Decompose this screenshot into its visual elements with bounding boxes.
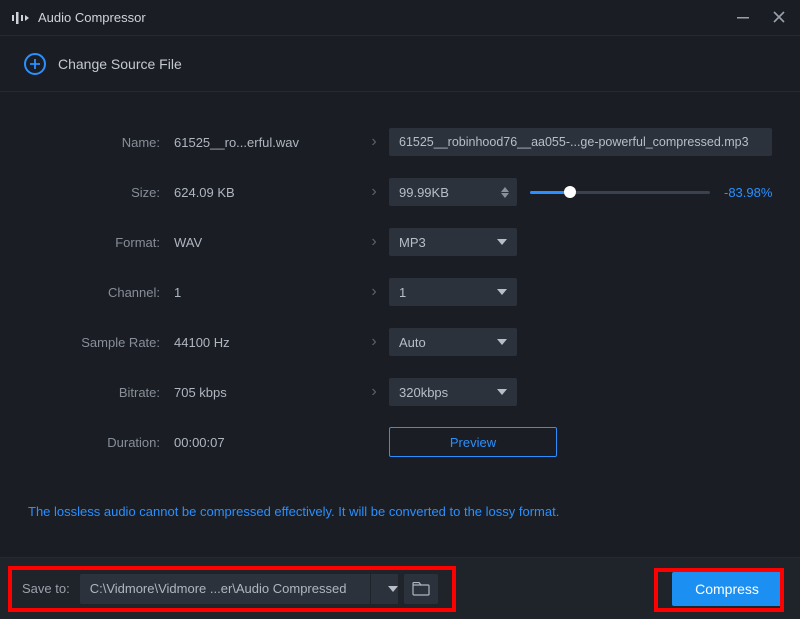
size-source-value: 624.09 KB <box>174 185 235 200</box>
name-label: Name: <box>0 135 174 150</box>
bitrate-dropdown[interactable]: 320kbps <box>389 378 517 406</box>
name-source-value: 61525__ro...erful.wav <box>174 135 299 150</box>
duration-label: Duration: <box>0 435 174 450</box>
folder-icon <box>412 582 430 596</box>
name-output-text: 61525__robinhood76__aa055-...ge-powerful… <box>399 135 749 149</box>
size-output-spinner[interactable]: 99.99KB <box>389 178 517 206</box>
samplerate-dropdown[interactable]: Auto <box>389 328 517 356</box>
save-path-dropdown[interactable] <box>370 574 398 604</box>
save-path-field[interactable]: C:\Vidmore\Vidmore ...er\Audio Compresse… <box>80 574 370 604</box>
window-title: Audio Compressor <box>38 10 146 25</box>
spinner-down-icon[interactable] <box>501 193 509 198</box>
slider-thumb[interactable] <box>564 186 576 198</box>
chevron-down-icon <box>497 289 507 295</box>
size-label: Size: <box>0 185 174 200</box>
chevron-down-icon <box>497 389 507 395</box>
format-output-value: MP3 <box>399 235 426 250</box>
duration-value: 00:00:07 <box>174 435 225 450</box>
change-source-row[interactable]: Change Source File <box>0 36 800 92</box>
arrow-icon: › <box>358 383 390 401</box>
samplerate-output-value: Auto <box>399 335 426 350</box>
chevron-down-icon <box>497 339 507 345</box>
channel-dropdown[interactable]: 1 <box>389 278 517 306</box>
chevron-down-icon <box>388 586 398 592</box>
bitrate-output-value: 320kbps <box>399 385 448 400</box>
arrow-icon: › <box>358 183 390 201</box>
save-path-value: C:\Vidmore\Vidmore ...er\Audio Compresse… <box>90 581 347 596</box>
chevron-down-icon <box>497 239 507 245</box>
name-output-input[interactable]: 61525__robinhood76__aa055-...ge-powerful… <box>389 128 772 156</box>
titlebar: Audio Compressor <box>0 0 800 36</box>
open-folder-button[interactable] <box>404 574 438 604</box>
format-dropdown[interactable]: MP3 <box>389 228 517 256</box>
lossless-notice: The lossless audio cannot be compressed … <box>28 504 559 519</box>
arrow-icon: › <box>358 283 390 301</box>
plus-circle-icon <box>24 53 46 75</box>
size-output-value: 99.99KB <box>399 185 449 200</box>
format-source-value: WAV <box>174 235 202 250</box>
arrow-icon: › <box>358 133 390 151</box>
app-logo-icon <box>12 11 30 25</box>
arrow-icon: › <box>358 233 390 251</box>
preview-button[interactable]: Preview <box>389 427 557 457</box>
spinner-up-icon[interactable] <box>501 187 509 192</box>
size-slider[interactable] <box>530 178 710 206</box>
minimize-button[interactable] <box>736 10 750 26</box>
samplerate-source-value: 44100 Hz <box>174 335 230 350</box>
compress-button-label: Compress <box>695 581 759 597</box>
change-source-label: Change Source File <box>58 56 182 72</box>
channel-output-value: 1 <box>399 285 406 300</box>
close-button[interactable] <box>772 10 786 26</box>
size-percent-value: -83.98% <box>724 178 772 206</box>
arrow-icon: › <box>358 333 390 351</box>
bottom-bar: Save to: C:\Vidmore\Vidmore ...er\Audio … <box>0 557 800 619</box>
preview-button-label: Preview <box>450 435 496 450</box>
compress-button[interactable]: Compress <box>672 572 782 606</box>
samplerate-label: Sample Rate: <box>0 335 174 350</box>
format-label: Format: <box>0 235 174 250</box>
bitrate-source-value: 705 kbps <box>174 385 227 400</box>
properties-panel: Name: 61525__ro...erful.wav › 61525__rob… <box>0 92 800 456</box>
channel-source-value: 1 <box>174 285 181 300</box>
channel-label: Channel: <box>0 285 174 300</box>
bitrate-label: Bitrate: <box>0 385 174 400</box>
save-to-label: Save to: <box>22 581 70 596</box>
